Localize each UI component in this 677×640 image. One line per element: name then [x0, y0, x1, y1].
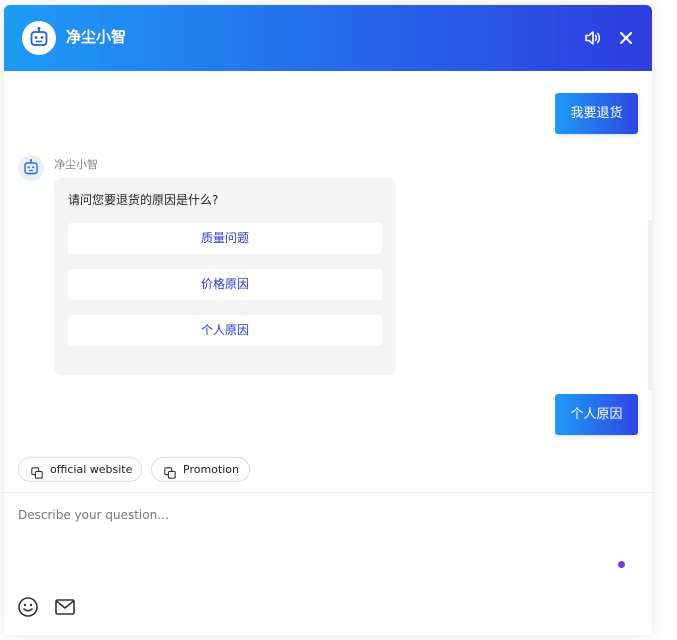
- bot-question: 请问您要退货的原因是什么?: [68, 193, 219, 207]
- option-price-reason[interactable]: 价格原因: [68, 269, 382, 300]
- option-quality-issue[interactable]: 质量问题: [68, 223, 382, 254]
- link-icon: [31, 464, 43, 479]
- chat-window: 净尘小智 我要退货 净尘小智 请问您要退货的原因是什么? 质量问题 价格原因 个…: [4, 5, 652, 635]
- bot-avatar: [22, 21, 56, 55]
- bot-message-avatar: [18, 155, 44, 181]
- composer-divider: [4, 492, 652, 493]
- mail-button[interactable]: [54, 596, 76, 618]
- status-dot: [618, 561, 625, 568]
- scrollbar-track[interactable]: [648, 220, 652, 390]
- chip-label: official website: [50, 463, 133, 476]
- option-personal-reason[interactable]: 个人原因: [68, 315, 382, 346]
- question-input[interactable]: [18, 508, 608, 548]
- link-icon: [164, 464, 176, 479]
- user-message: 我要退货: [555, 93, 638, 134]
- user-message: 个人原因: [555, 394, 638, 435]
- promotion-chip[interactable]: Promotion: [151, 457, 250, 482]
- emoji-button[interactable]: [17, 596, 39, 618]
- bot-name: 净尘小智: [54, 158, 98, 171]
- chat-title: 净尘小智: [66, 28, 127, 46]
- bot-message: 请问您要退货的原因是什么? 质量问题 价格原因 个人原因: [54, 178, 396, 375]
- official-website-chip[interactable]: official website: [18, 457, 142, 482]
- chat-header: 净尘小智: [4, 5, 652, 71]
- chip-label: Promotion: [183, 463, 239, 476]
- sound-button[interactable]: [583, 28, 603, 48]
- close-button[interactable]: [616, 28, 636, 48]
